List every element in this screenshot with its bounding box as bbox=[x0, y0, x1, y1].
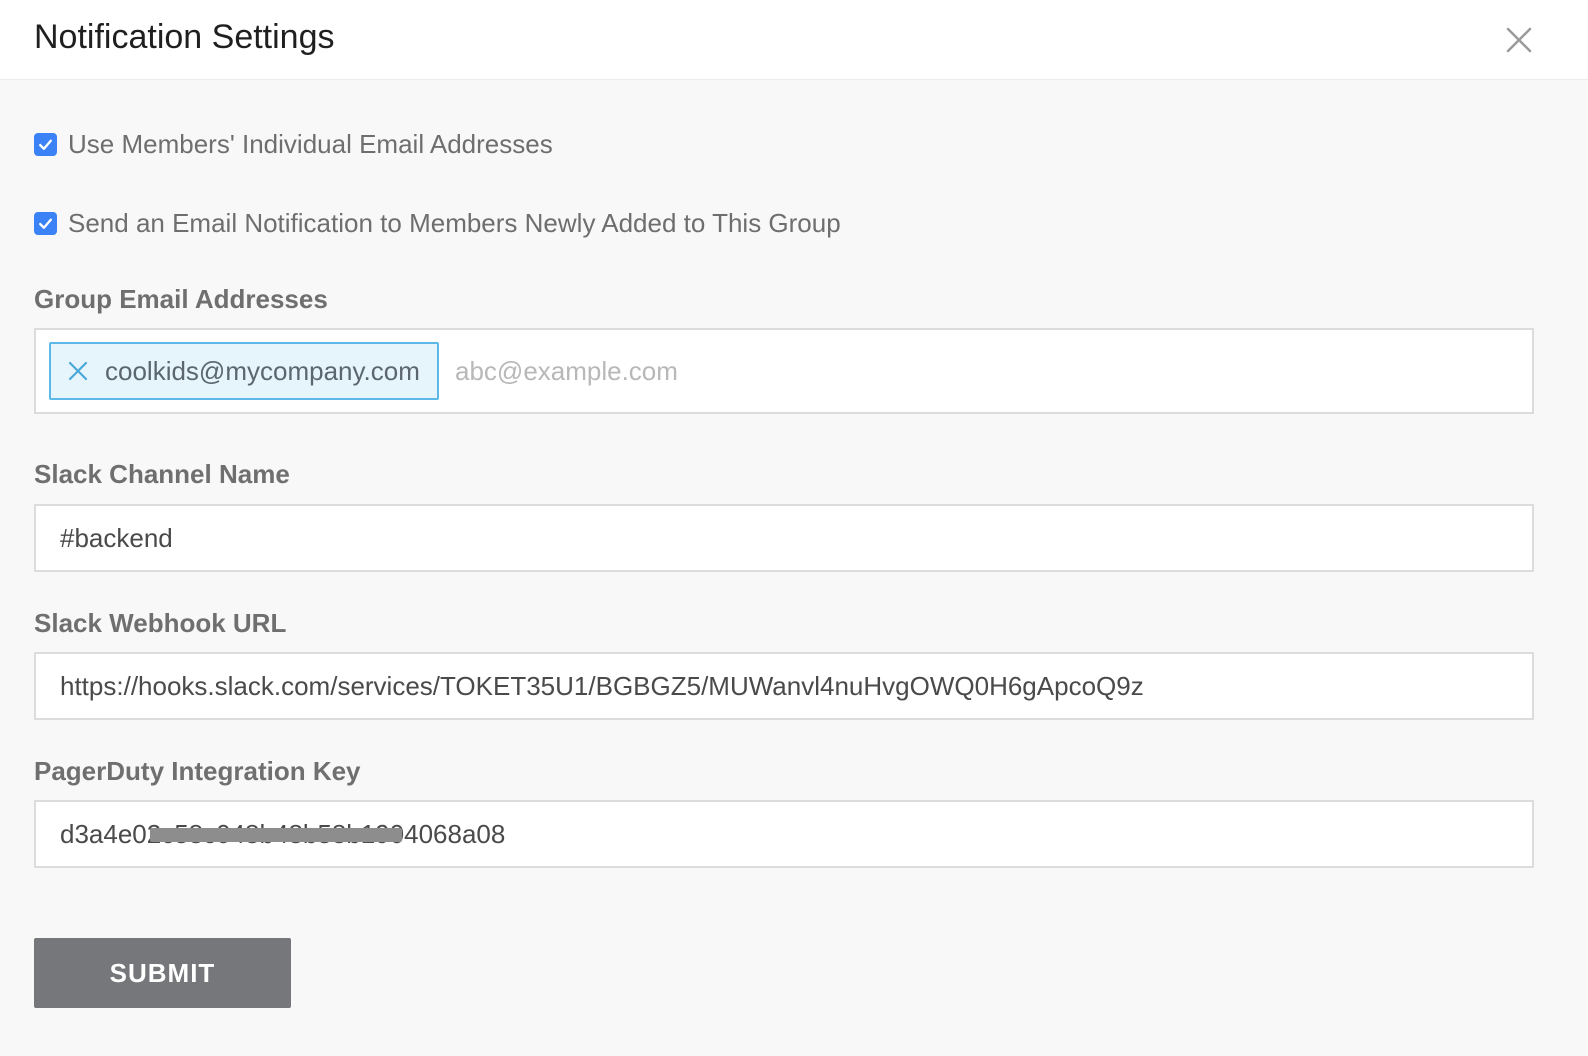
slack-webhook-label: Slack Webhook URL bbox=[34, 608, 287, 638]
group-email-tag-input[interactable]: coolkids@mycompany.com bbox=[34, 328, 1534, 414]
close-button[interactable] bbox=[1503, 24, 1535, 56]
remove-tag-icon[interactable] bbox=[67, 360, 89, 382]
group-email-input[interactable] bbox=[455, 355, 1532, 387]
email-tag: coolkids@mycompany.com bbox=[49, 342, 439, 400]
notify-new-members-label: Send an Email Notification to Members Ne… bbox=[68, 208, 841, 238]
notify-new-members-checkbox[interactable] bbox=[34, 212, 57, 235]
slack-channel-input[interactable] bbox=[34, 504, 1534, 572]
use-individual-emails-checkbox[interactable] bbox=[34, 133, 57, 156]
modal-header: Notification Settings bbox=[0, 0, 1588, 80]
slack-webhook-input[interactable] bbox=[34, 652, 1534, 720]
close-icon bbox=[1506, 27, 1532, 53]
checkmark-icon bbox=[39, 139, 52, 150]
checkmark-icon bbox=[39, 218, 52, 229]
group-email-label: Group Email Addresses bbox=[34, 284, 328, 314]
slack-channel-label: Slack Channel Name bbox=[34, 459, 290, 489]
email-tag-text: coolkids@mycompany.com bbox=[105, 355, 420, 386]
use-individual-emails-option[interactable]: Use Members' Individual Email Addresses bbox=[34, 129, 553, 160]
modal-title: Notification Settings bbox=[34, 18, 335, 56]
submit-button[interactable]: SUBMIT bbox=[34, 938, 291, 1008]
notify-new-members-option[interactable]: Send an Email Notification to Members Ne… bbox=[34, 208, 841, 239]
use-individual-emails-label: Use Members' Individual Email Addresses bbox=[68, 129, 553, 159]
notification-settings-modal: Notification Settings Use Members' Indiv… bbox=[0, 0, 1588, 1056]
redaction-bar bbox=[150, 828, 402, 842]
pagerduty-label: PagerDuty Integration Key bbox=[34, 756, 361, 786]
